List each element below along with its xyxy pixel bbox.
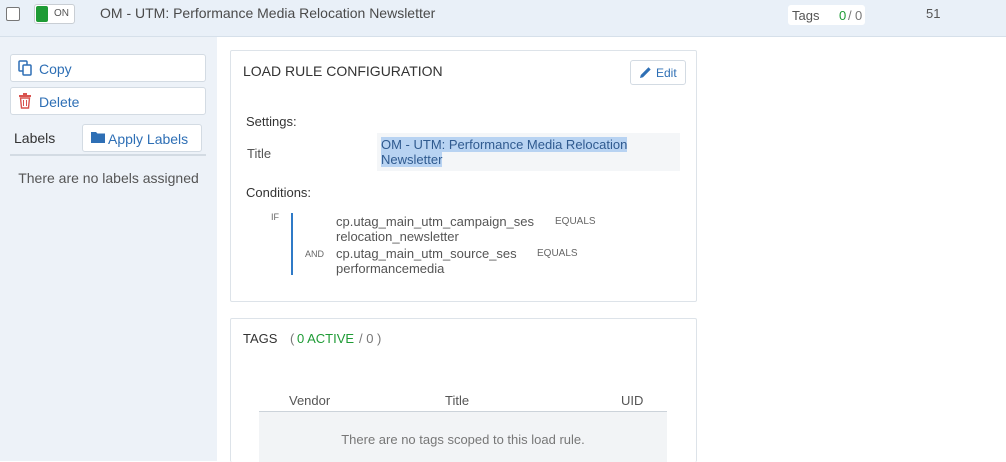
delete-label: Delete xyxy=(39,94,80,110)
load-rule-row[interactable]: ON OM - UTM: Performance Media Relocatio… xyxy=(0,0,1006,37)
status-toggle[interactable]: ON xyxy=(34,4,75,24)
tags-paren-close: ) xyxy=(377,331,382,346)
empty-table-body: There are no tags scoped to this load ru… xyxy=(259,412,667,462)
pencil-icon xyxy=(640,67,651,78)
tags-label: Tags xyxy=(792,8,820,23)
tags-heading: TAGS xyxy=(243,331,278,346)
condition-and-prefix: AND xyxy=(305,249,325,259)
panel-title: LOAD RULE CONFIGURATION xyxy=(243,63,443,79)
condition-field: cp.utag_main_utm_source_ses xyxy=(336,246,517,261)
tags-paren-open: ( xyxy=(290,331,295,346)
column-header-title: Title xyxy=(445,393,470,408)
row-select-checkbox[interactable] xyxy=(6,7,20,21)
condition-value: performancemedia xyxy=(336,261,445,276)
copy-label: Copy xyxy=(39,61,72,77)
column-header-uid: UID xyxy=(621,393,644,408)
tags-total-summary: / 0 xyxy=(359,331,374,346)
title-value: OM - UTM: Performance Media Relocation N… xyxy=(381,137,651,167)
column-header-vendor: Vendor xyxy=(289,393,331,408)
load-rule-uid: 51 xyxy=(926,6,941,21)
trash-icon xyxy=(19,93,31,109)
condition-group-bar xyxy=(291,213,293,275)
copy-icon xyxy=(18,60,32,76)
delete-button[interactable]: Delete xyxy=(10,87,206,115)
tags-active-summary: 0 ACTIVE xyxy=(297,331,355,346)
title-field-label: Title xyxy=(247,146,272,161)
edit-label: Edit xyxy=(656,66,677,80)
no-tags-message: There are no tags scoped to this load ru… xyxy=(341,432,585,447)
load-rule-configuration-panel: LOAD RULE CONFIGURATION Edit Settings: T… xyxy=(230,50,697,302)
labels-divider xyxy=(10,154,206,156)
sidebar: Copy Delete Labels Apply Labels There ar… xyxy=(0,37,217,461)
labels-heading: Labels xyxy=(14,130,56,146)
condition-operator: EQUALS xyxy=(537,248,578,259)
load-rule-title[interactable]: OM - UTM: Performance Media Relocation N… xyxy=(100,5,435,21)
no-labels-message: There are no labels assigned xyxy=(18,170,199,186)
condition-if-prefix: IF xyxy=(271,212,279,222)
tags-count-badge: Tags 0 / 0 xyxy=(788,5,865,25)
condition-operator: EQUALS xyxy=(555,216,596,227)
edit-button[interactable]: Edit xyxy=(630,60,686,85)
conditions-heading: Conditions: xyxy=(246,185,312,200)
toggle-label: ON xyxy=(54,8,69,19)
tags-slash: / xyxy=(848,8,852,23)
folder-icon xyxy=(91,132,105,143)
apply-labels-label: Apply Labels xyxy=(108,131,189,147)
condition-field: cp.utag_main_utm_campaign_ses xyxy=(336,214,535,229)
tags-panel: TAGS ( 0 ACTIVE / 0 ) Vendor Title UID T… xyxy=(230,318,697,462)
title-value-text: OM - UTM: Performance Media Relocation N… xyxy=(381,137,628,167)
tags-active-count: 0 xyxy=(839,8,847,23)
condition-value: relocation_newsletter xyxy=(336,229,459,244)
apply-labels-button[interactable]: Apply Labels xyxy=(82,124,202,152)
toggle-knob xyxy=(36,6,48,22)
copy-button[interactable]: Copy xyxy=(10,54,206,82)
tags-total-count: 0 xyxy=(855,8,863,23)
settings-heading: Settings: xyxy=(246,114,297,129)
